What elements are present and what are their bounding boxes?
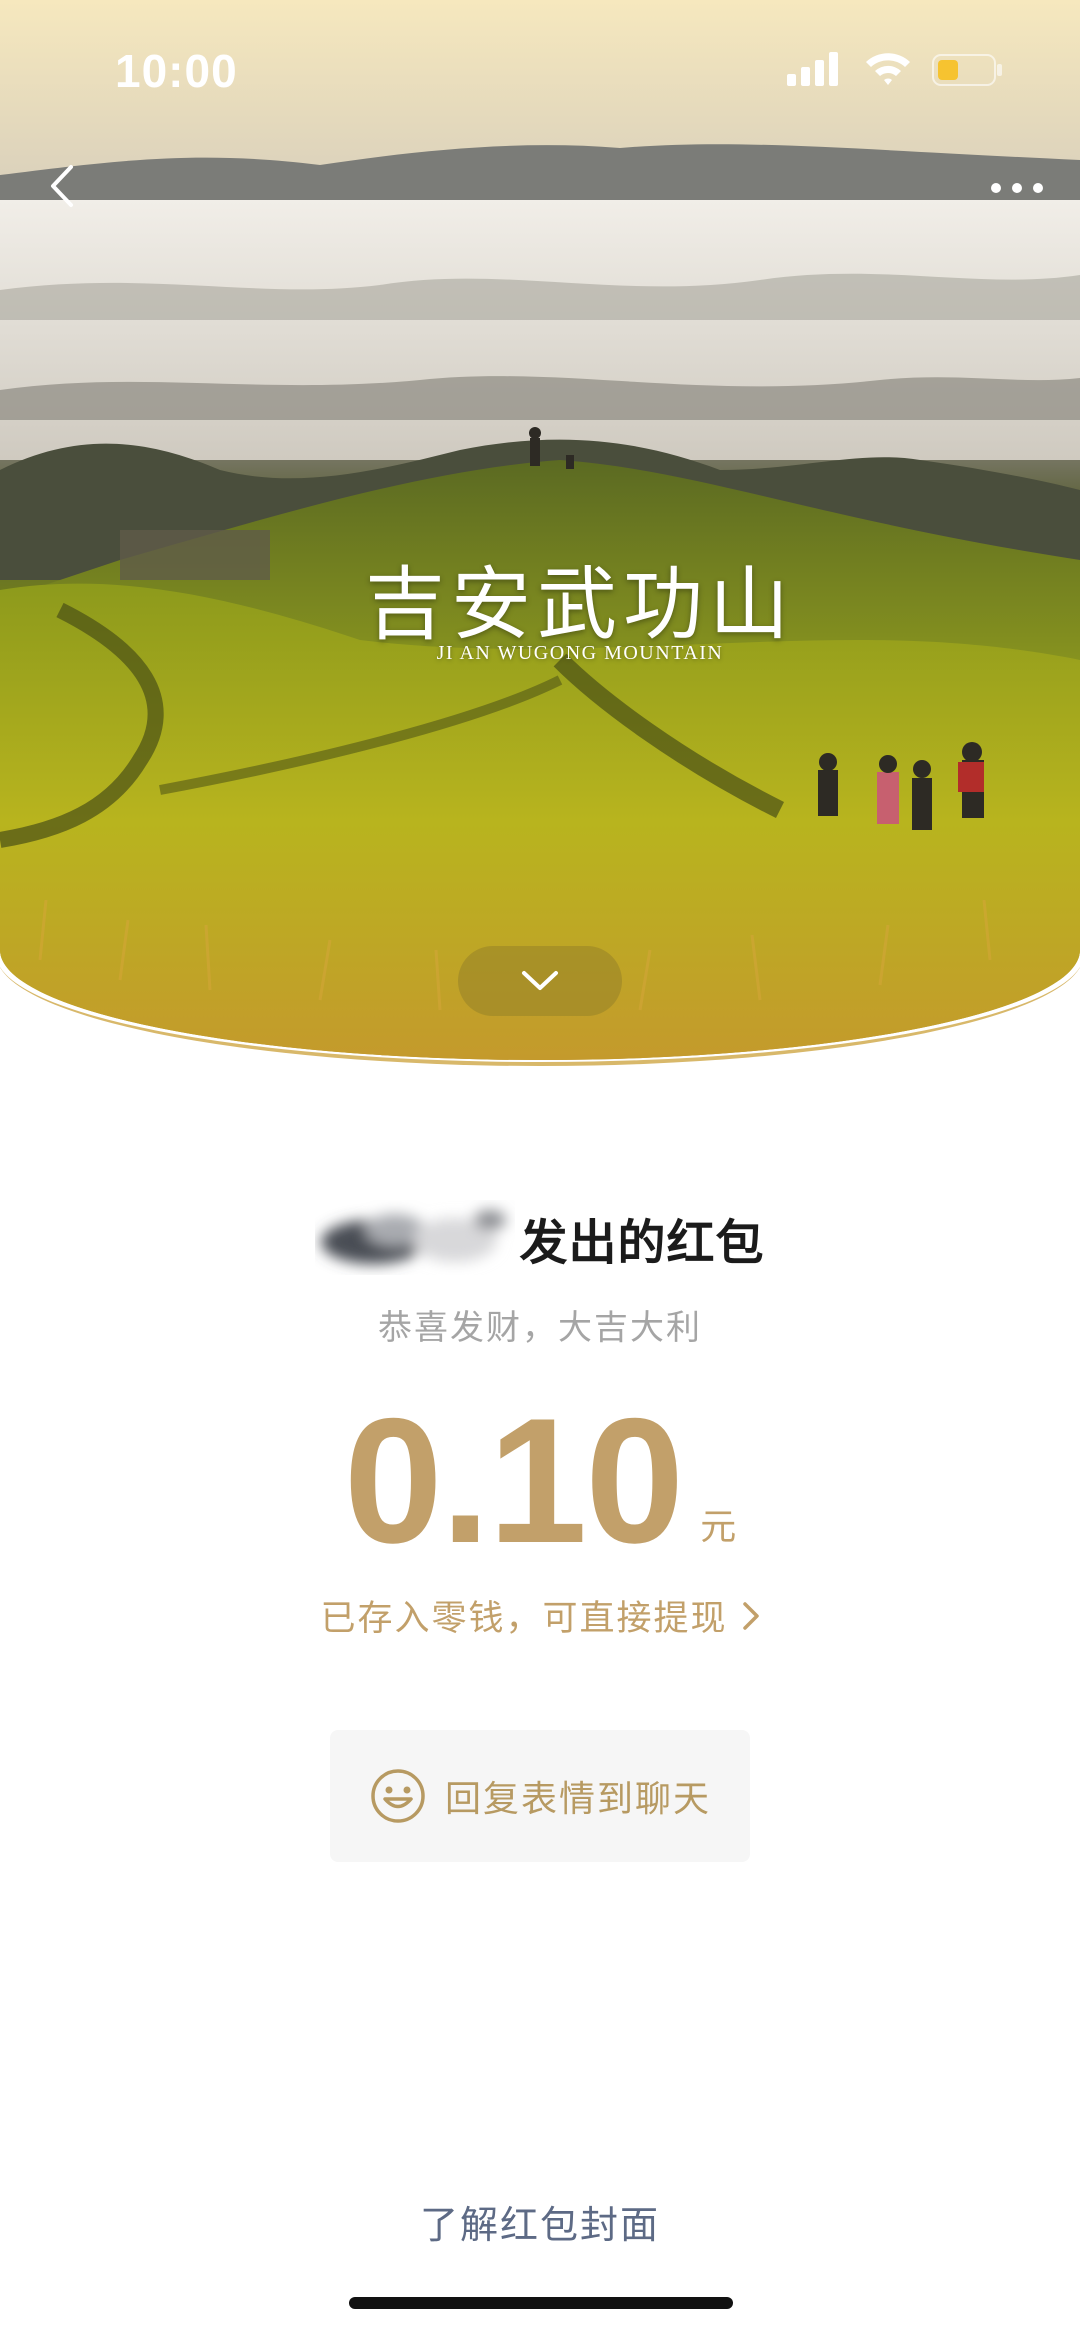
learn-cover-link[interactable]: 了解红包封面	[0, 2194, 1080, 2249]
chevron-down-icon	[522, 971, 558, 990]
cellular-signal-icon	[787, 52, 843, 90]
status-time: 10:00	[115, 45, 238, 97]
more-dots-icon	[991, 183, 1043, 193]
smiley-face-icon	[371, 1769, 425, 1823]
mountain-landscape-illustration	[0, 0, 1080, 1060]
status-bar: 10:00	[0, 0, 1080, 140]
sender-name-blurred	[315, 1200, 515, 1276]
chevron-right-icon	[742, 1601, 760, 1631]
red-packet-detail-screen: 10:00 吉安武功山 JI AN WUGONG MOUNTAIN 发出的红包 …	[0, 0, 1080, 2337]
sender-title: 发出的红包	[519, 1215, 765, 1271]
cover-subtitle: JI AN WUGONG MOUNTAIN	[436, 642, 724, 664]
amount-value: 0.10	[343, 1381, 684, 1580]
currency-unit: 元	[700, 1507, 737, 1548]
more-options-button[interactable]	[982, 168, 1052, 208]
stored-to-balance-link[interactable]: 已存入零钱，可直接提现	[0, 1590, 1080, 1641]
chevron-left-icon	[51, 165, 73, 207]
battery-low-icon	[932, 54, 1004, 90]
collapse-cover-button[interactable]	[458, 946, 622, 1016]
wifi-icon	[864, 50, 912, 90]
reply-sticker-label: 回复表情到聊天	[444, 1779, 711, 1820]
sender-row: 发出的红包	[0, 1200, 1080, 1276]
back-button[interactable]	[36, 160, 88, 212]
cover-title: 吉安武功山	[365, 558, 795, 651]
amount-row: 0.10 元	[0, 1392, 1080, 1570]
greeting-message: 恭喜发财，大吉大利	[378, 1308, 702, 1348]
reply-sticker-button[interactable]: 回复表情到聊天	[330, 1730, 750, 1862]
home-indicator[interactable]	[349, 2297, 733, 2309]
red-packet-cover-image: 10:00 吉安武功山 JI AN WUGONG MOUNTAIN	[0, 0, 1080, 1060]
stored-to-balance-text: 已存入零钱，可直接提现	[320, 1599, 728, 1639]
